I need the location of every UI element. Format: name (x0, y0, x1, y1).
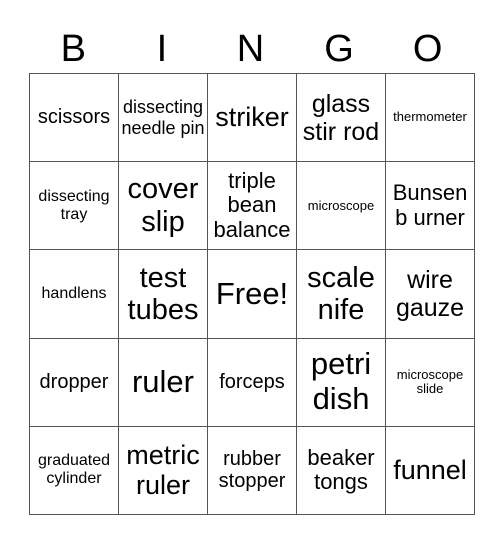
header-letter-n: N (236, 28, 265, 70)
bingo-cell[interactable]: glass stir rod (296, 72, 386, 163)
bingo-cell[interactable]: metric ruler (118, 425, 208, 516)
bingo-cell[interactable]: test tubes (118, 249, 208, 339)
header-letter-i: I (156, 28, 168, 70)
bingo-cell[interactable]: striker (207, 72, 297, 163)
grid-row: handlens test tubes Free! scale nife wir… (29, 249, 475, 339)
bingo-cell[interactable]: dissecting needle pin (118, 72, 208, 163)
bingo-cell[interactable]: handlens (29, 249, 119, 339)
grid-row: dissecting tray cover slip triple bean b… (29, 161, 475, 251)
header-letter-g: G (324, 28, 354, 70)
bingo-cell[interactable]: ruler (118, 337, 208, 427)
bingo-grid: scissors dissecting needle pin striker g… (29, 72, 475, 516)
bingo-cell[interactable]: scissors (29, 72, 119, 163)
bingo-cell[interactable]: forceps (207, 337, 297, 427)
grid-row: dropper ruler forceps petri dish microsc… (29, 337, 475, 427)
bingo-cell[interactable]: funnel (385, 425, 475, 516)
grid-row: graduated cylinder metric ruler rubber s… (29, 425, 475, 516)
bingo-cell[interactable]: triple bean balance (207, 161, 297, 251)
bingo-cell[interactable]: graduated cylinder (29, 425, 119, 516)
bingo-cell[interactable]: dropper (29, 337, 119, 427)
header-letter-o: O (412, 28, 443, 70)
bingo-cell[interactable]: scale nife (296, 249, 386, 339)
bingo-header: B I N G O (29, 26, 472, 72)
free-space-cell[interactable]: Free! (207, 249, 297, 339)
bingo-cell[interactable]: Bunsen b urner (385, 161, 475, 251)
bingo-cell[interactable]: microscope (296, 161, 386, 251)
bingo-cell[interactable]: wire gauze (385, 249, 475, 339)
bingo-cell[interactable]: cover slip (118, 161, 208, 251)
header-letter-b: B (60, 28, 86, 70)
bingo-cell[interactable]: rubber stopper (207, 425, 297, 516)
bingo-cell[interactable]: thermometer (385, 72, 475, 163)
bingo-cell[interactable]: dissecting tray (29, 161, 119, 251)
bingo-cell[interactable]: beaker tongs (296, 425, 386, 516)
bingo-cell[interactable]: microscope slide (385, 337, 475, 427)
grid-row: scissors dissecting needle pin striker g… (29, 72, 475, 163)
bingo-cell[interactable]: petri dish (296, 337, 386, 427)
